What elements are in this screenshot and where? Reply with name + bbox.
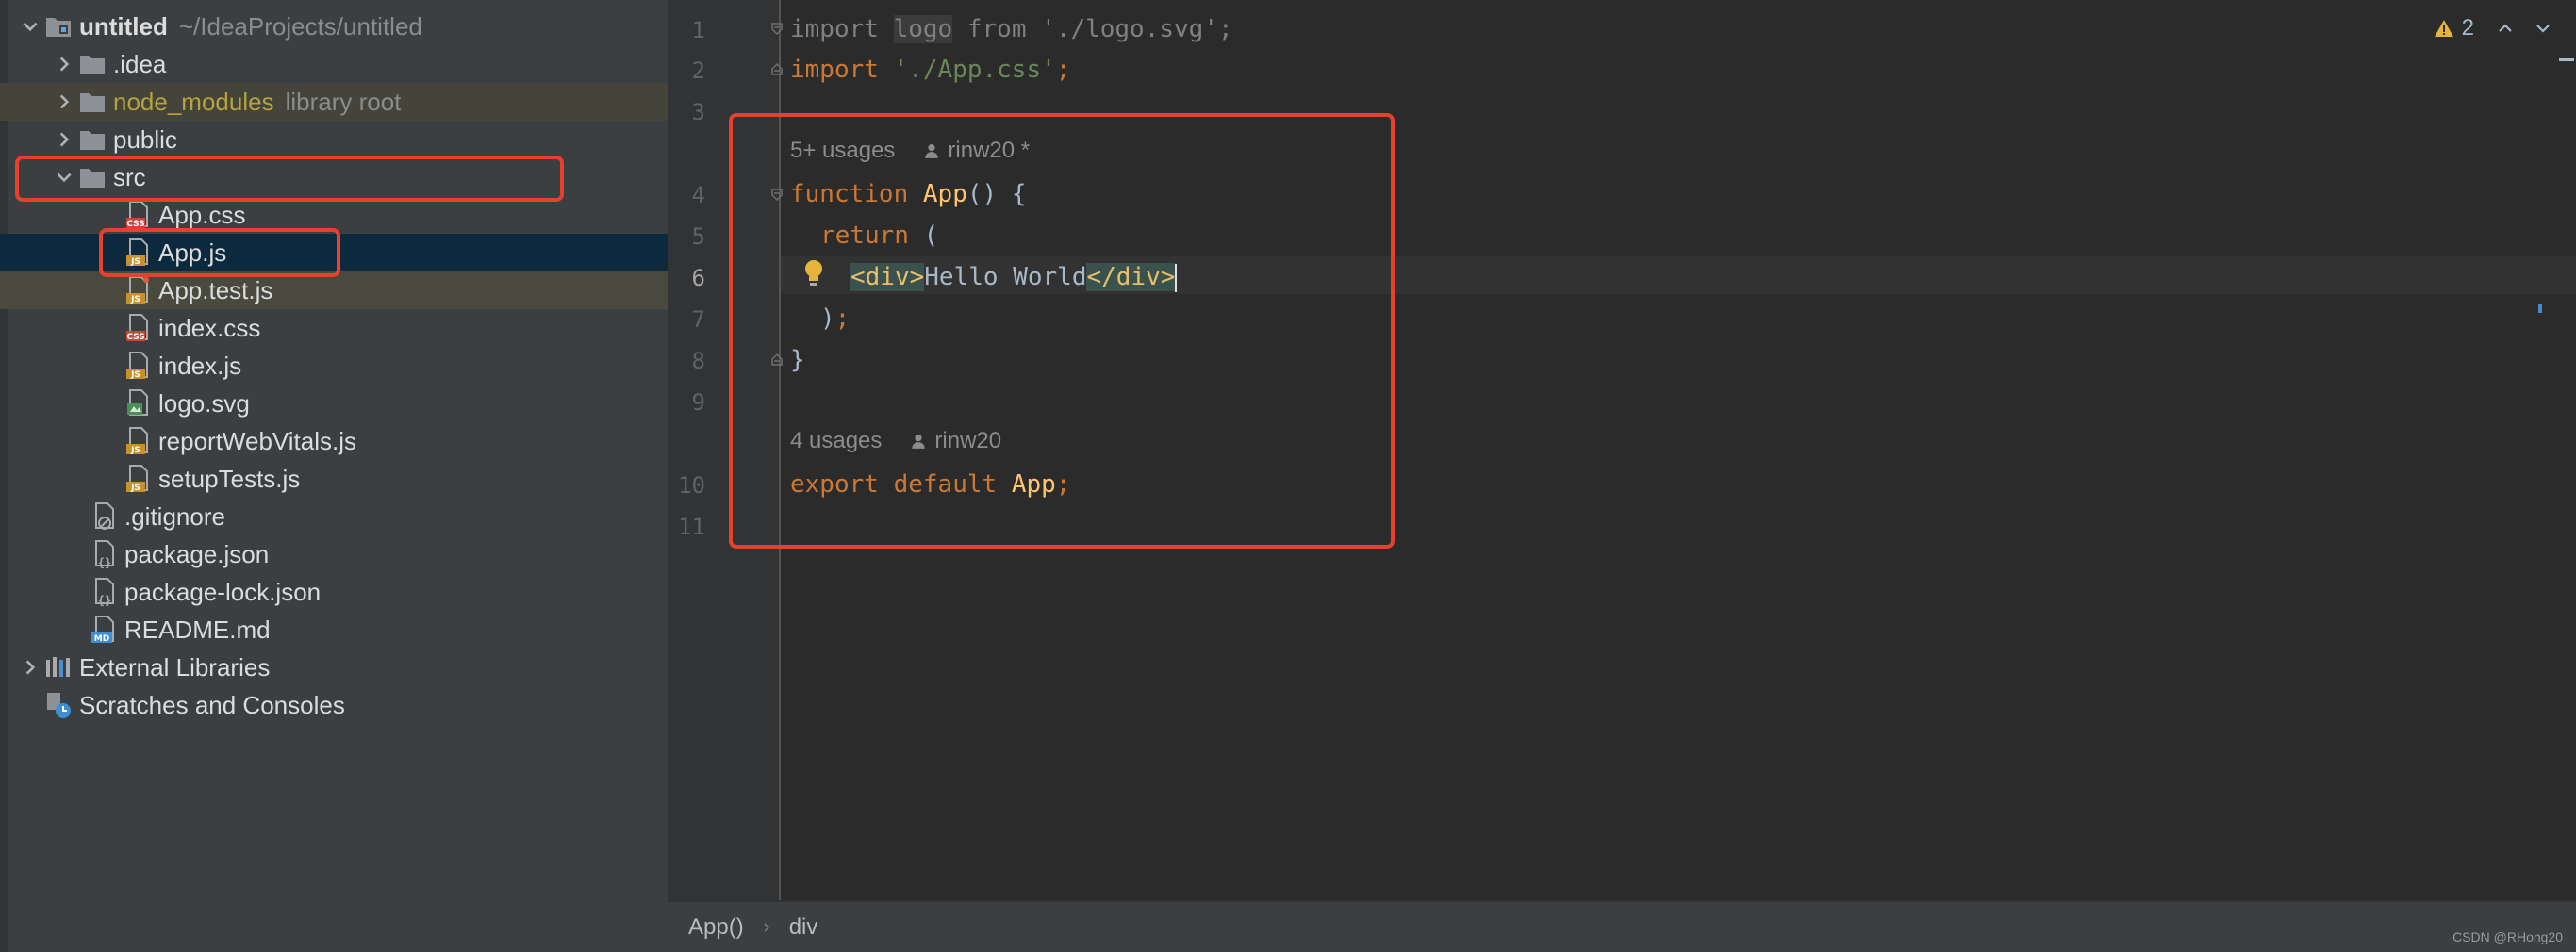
code-line-1: import logo from './logo.svg';: [790, 15, 1233, 43]
tree-item-label: .gitignore: [124, 501, 225, 531]
js-test-file-icon: JS: [126, 276, 149, 304]
gitignore-file-icon: [95, 502, 114, 530]
fold-marker-icon[interactable]: [769, 21, 784, 36]
tree-root-path: ~/IdeaProjects/untitled: [178, 11, 422, 41]
svg-text:CSS: CSS: [126, 333, 144, 342]
tree-item-label: App.test.js: [158, 275, 273, 304]
warning-icon: [2434, 20, 2453, 37]
svg-file-icon: [127, 389, 148, 416]
unused-import-logo: logo: [893, 15, 953, 43]
inspection-widget[interactable]: 2: [2434, 15, 2553, 41]
libraries-icon: [46, 657, 70, 677]
tree-item-index-css[interactable]: CSS index.css: [0, 309, 668, 347]
chevron-right-icon[interactable]: [51, 121, 77, 158]
tree-item-scratches-and-consoles[interactable]: Scratches and Consoles: [0, 686, 668, 724]
markdown-file-icon: MD: [91, 616, 114, 644]
annotation-box-code: [729, 113, 1395, 549]
tree-item-label: App.css: [158, 200, 246, 229]
tree-item-logo-svg[interactable]: logo.svg: [0, 385, 668, 422]
tree-root-name: untitled: [79, 11, 168, 41]
breadcrumb-item-tag[interactable]: div: [789, 914, 818, 941]
line-number: 11: [678, 514, 705, 540]
line-number: 5: [691, 223, 705, 250]
tree-item-app-test-js[interactable]: JS App.test.js: [0, 271, 668, 309]
tree-item-label: .idea: [113, 49, 167, 78]
js-file-icon: JS: [126, 465, 148, 493]
tree-item-label: index.css: [158, 313, 261, 342]
chevron-right-icon[interactable]: [51, 45, 77, 83]
code-editor[interactable]: 1 2 3 4 5 6 7 8 9 10 11 import logo from…: [668, 0, 2576, 952]
scrollbar-mark: [2559, 58, 2574, 61]
tree-item-node-modules[interactable]: node_modules library root: [0, 83, 668, 121]
tree-item-package-json[interactable]: {} package.json: [0, 535, 668, 573]
tree-item-package-lock-json[interactable]: {} package-lock.json: [0, 573, 668, 611]
chevron-right-icon: [764, 922, 769, 932]
module-folder-icon: [46, 18, 71, 37]
svg-text:JS: JS: [130, 484, 140, 493]
tree-item-label: node_modules: [113, 87, 274, 116]
js-file-icon: JS: [126, 427, 148, 455]
svg-text:JS: JS: [130, 370, 140, 380]
watermark-text: CSDN @RHong20: [2452, 929, 2563, 944]
svg-text:{}: {}: [98, 556, 111, 569]
breadcrumb: App() div: [668, 900, 2576, 952]
line-number: 1: [691, 17, 705, 43]
tree-item-label: README.md: [124, 615, 271, 644]
breadcrumb-item-function[interactable]: App(): [688, 914, 744, 941]
svg-text:MD: MD: [94, 634, 109, 644]
svg-text:JS: JS: [130, 446, 140, 455]
tree-item-label: index.js: [158, 351, 242, 380]
svg-text:JS: JS: [130, 295, 140, 304]
warning-count: 2: [2461, 15, 2474, 41]
chevron-down-icon[interactable]: [2533, 18, 2553, 39]
annotation-box-app-js: [99, 228, 340, 277]
chevron-right-icon[interactable]: [51, 83, 77, 121]
project-tree-panel: untitled ~/IdeaProjects/untitled .idea n…: [0, 0, 668, 952]
chevron-down-icon[interactable]: [17, 8, 43, 45]
tree-item-label: reportWebVitals.js: [158, 426, 357, 455]
tree-item-readme-md[interactable]: MD README.md: [0, 611, 668, 648]
tree-item-idea[interactable]: .idea: [0, 45, 668, 83]
line-number: 3: [691, 99, 705, 125]
svg-text:{}: {}: [98, 594, 111, 607]
tree-item-gitignore[interactable]: .gitignore: [0, 498, 668, 535]
folder-icon: [80, 131, 105, 150]
line-number: 7: [691, 306, 705, 333]
annotation-box-src: [15, 156, 564, 202]
tree-item-label: package-lock.json: [124, 577, 322, 606]
tree-item-setup-tests-js[interactable]: JS setupTests.js: [0, 460, 668, 498]
line-number-current: 6: [691, 265, 705, 291]
line-number: 10: [678, 472, 705, 499]
tree-item-root[interactable]: untitled ~/IdeaProjects/untitled: [0, 8, 668, 45]
tree-item-label: logo.svg: [158, 388, 250, 418]
folder-icon: [80, 93, 105, 112]
tree-item-external-libraries[interactable]: External Libraries: [0, 648, 668, 686]
scratches-icon: [47, 693, 71, 718]
chevron-right-icon[interactable]: [17, 648, 43, 686]
tree-item-label: public: [113, 124, 177, 154]
line-number: 2: [691, 57, 705, 84]
tree-item-label: External Libraries: [79, 652, 271, 681]
code-line-2: import './App.css';: [790, 56, 1071, 84]
css-file-icon: CSS: [126, 314, 148, 342]
chevron-up-icon[interactable]: [2495, 18, 2516, 39]
line-number: 4: [691, 182, 705, 208]
css-file-icon: CSS: [126, 201, 148, 229]
json-file-icon: {}: [95, 540, 114, 569]
tree-item-index-js[interactable]: JS index.js: [0, 347, 668, 385]
folder-icon: [80, 56, 105, 74]
js-file-icon: JS: [126, 352, 148, 380]
tree-item-label: setupTests.js: [158, 464, 301, 493]
json-file-icon: {}: [95, 578, 114, 607]
tree-item-public[interactable]: public: [0, 121, 668, 158]
library-root-hint: library root: [285, 87, 402, 116]
tree-item-report-web-vitals-js[interactable]: JS reportWebVitals.js: [0, 422, 668, 460]
fold-marker-icon[interactable]: [769, 62, 784, 77]
line-number: 8: [691, 348, 705, 374]
line-number: 9: [691, 389, 705, 416]
tree-item-label: package.json: [124, 539, 270, 568]
scrollbar-mark: [2538, 304, 2542, 313]
tree-item-label: Scratches and Consoles: [79, 690, 345, 719]
